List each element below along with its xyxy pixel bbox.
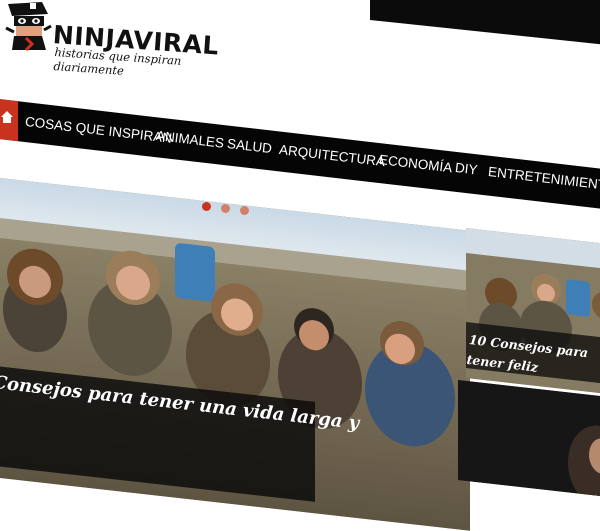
slider-dot-3[interactable]	[240, 206, 249, 215]
top-bar	[370, 0, 600, 52]
ninja-mascot-icon	[5, 2, 52, 52]
side-photo-2	[458, 380, 600, 498]
slider-dot-1[interactable]	[202, 202, 211, 211]
site-logo[interactable]: NINJAVIRAL historias que inspiran diaria…	[0, 0, 220, 78]
side-slide-thumbnail-2[interactable]	[458, 380, 600, 498]
home-icon[interactable]	[0, 110, 14, 124]
slider-dot-2[interactable]	[221, 204, 230, 213]
nav-item-diy[interactable]: DIY	[454, 160, 478, 177]
